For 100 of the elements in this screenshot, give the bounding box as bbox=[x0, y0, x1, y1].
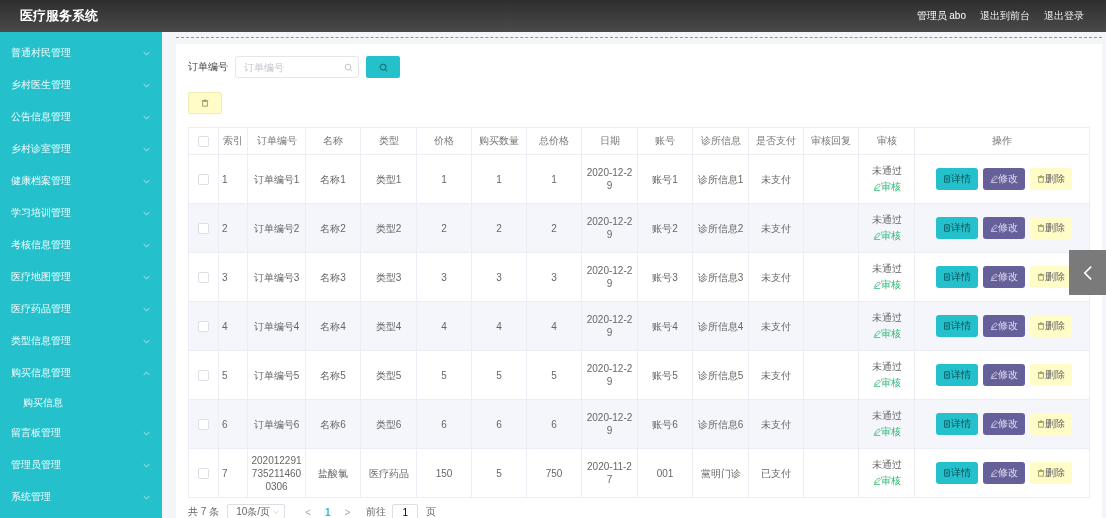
trash-icon bbox=[1037, 322, 1045, 330]
trash-icon bbox=[201, 99, 209, 107]
next-page-button[interactable]: > bbox=[344, 506, 351, 518]
edit-button[interactable]: 修改 bbox=[983, 266, 1025, 288]
edit-button[interactable]: 修改 bbox=[983, 364, 1025, 386]
caret-icon bbox=[143, 494, 150, 500]
table-cell: 5 bbox=[526, 350, 582, 400]
detail-button[interactable]: 详情 bbox=[936, 266, 978, 288]
table-cell: 2020-12-29 bbox=[581, 203, 638, 253]
caret-icon bbox=[143, 242, 150, 248]
audit-link[interactable]: 审核 bbox=[872, 278, 901, 292]
header-link[interactable]: 退出登录 bbox=[1044, 9, 1084, 23]
document-icon bbox=[943, 175, 951, 183]
audit-link[interactable]: 审核 bbox=[872, 229, 901, 243]
column-header: 审核回复 bbox=[803, 127, 859, 155]
table-cell: 类型1 bbox=[360, 154, 417, 204]
audit-link[interactable]: 审核 bbox=[872, 425, 901, 439]
delete-button[interactable]: 删除 bbox=[1030, 413, 1072, 435]
column-header: 名称 bbox=[305, 127, 361, 155]
delete-button[interactable]: 删除 bbox=[1030, 364, 1072, 386]
column-header: 诊所信息 bbox=[692, 127, 749, 155]
edit-button[interactable]: 修改 bbox=[983, 315, 1025, 337]
edit-button[interactable]: 修改 bbox=[983, 462, 1025, 484]
edit-button[interactable]: 修改 bbox=[983, 413, 1025, 435]
edit-button[interactable]: 修改 bbox=[983, 168, 1025, 190]
total-count: 共 7 条 bbox=[188, 505, 220, 518]
table-cell: 诊所信息2 bbox=[692, 203, 749, 253]
audit-status: 未通过 bbox=[870, 311, 903, 325]
pencil-icon bbox=[990, 273, 998, 281]
column-header: 购买数量 bbox=[471, 127, 527, 155]
detail-button[interactable]: 详情 bbox=[936, 168, 978, 190]
audit-link[interactable]: 审核 bbox=[872, 327, 901, 341]
caret-icon bbox=[143, 50, 150, 56]
pencil-icon bbox=[872, 182, 881, 191]
detail-button[interactable]: 详情 bbox=[936, 462, 978, 484]
column-header: 索引 bbox=[218, 127, 248, 155]
checkbox[interactable] bbox=[198, 174, 209, 186]
page-input[interactable]: 1 bbox=[392, 503, 419, 518]
detail-button[interactable]: 详情 bbox=[936, 315, 978, 337]
audit-link[interactable]: 审核 bbox=[872, 474, 901, 488]
table-cell: 盐酸氯 bbox=[305, 448, 361, 498]
pencil-icon bbox=[990, 224, 998, 232]
search-icon bbox=[378, 62, 388, 72]
delete-button[interactable]: 删除 bbox=[1030, 168, 1072, 190]
edit-button[interactable]: 修改 bbox=[983, 217, 1025, 239]
table-cell: 名称6 bbox=[305, 399, 361, 449]
page-size-select[interactable]: 10条/页 bbox=[227, 504, 286, 518]
document-icon bbox=[943, 371, 951, 379]
table-cell: 4 bbox=[416, 301, 472, 351]
pencil-icon bbox=[990, 420, 998, 428]
header-link[interactable]: 退出到前台 bbox=[980, 9, 1030, 23]
column-header: 审核 bbox=[858, 127, 915, 155]
table-cell: 2020-11-27 bbox=[581, 448, 638, 498]
trash-icon bbox=[1037, 371, 1045, 379]
detail-button[interactable]: 详情 bbox=[936, 217, 978, 239]
delete-button[interactable]: 删除 bbox=[1030, 462, 1072, 484]
previous-page-button[interactable]: < bbox=[305, 506, 311, 518]
table-cell: 3 bbox=[526, 252, 582, 302]
delete-button[interactable]: 删除 bbox=[1030, 266, 1072, 288]
pencil-icon bbox=[990, 469, 998, 477]
trash-icon bbox=[1037, 224, 1045, 232]
checkbox[interactable] bbox=[198, 370, 209, 382]
checkbox[interactable] bbox=[198, 468, 209, 480]
table-cell: 未支付 bbox=[748, 203, 804, 253]
delete-button[interactable] bbox=[188, 92, 222, 114]
caret-icon bbox=[143, 430, 150, 436]
column-header: 类型 bbox=[360, 127, 417, 155]
audit-status: 未通过 bbox=[870, 164, 903, 178]
caret-icon bbox=[143, 338, 150, 344]
detail-button[interactable]: 详情 bbox=[936, 364, 978, 386]
table-cell: 类型3 bbox=[360, 252, 417, 302]
table-cell: 3 bbox=[471, 252, 527, 302]
detail-button[interactable]: 详情 bbox=[936, 413, 978, 435]
audit-link[interactable]: 审核 bbox=[872, 376, 901, 390]
audit-status: 未通过 bbox=[870, 458, 903, 472]
caret-icon bbox=[143, 146, 150, 152]
delete-button[interactable]: 删除 bbox=[1030, 217, 1072, 239]
table-cell: 诊所信息6 bbox=[692, 399, 749, 449]
table-cell: 2020-12-29 bbox=[581, 154, 638, 204]
checkbox[interactable] bbox=[198, 135, 209, 147]
table-cell: 账号5 bbox=[637, 350, 693, 400]
table-cell: 类型5 bbox=[360, 350, 417, 400]
audit-link[interactable]: 审核 bbox=[872, 180, 901, 194]
pencil-icon bbox=[872, 231, 881, 240]
collapse-tab[interactable] bbox=[1069, 250, 1106, 295]
checkbox[interactable] bbox=[198, 272, 209, 284]
table-cell: 订单编号2 bbox=[247, 203, 306, 253]
pencil-icon bbox=[872, 378, 881, 387]
search-button[interactable] bbox=[366, 56, 400, 78]
table-cell: 1 bbox=[526, 154, 582, 204]
checkbox[interactable] bbox=[198, 321, 209, 333]
table-cell: 未支付 bbox=[748, 350, 804, 400]
table-cell: 750 bbox=[526, 448, 582, 498]
search-icon bbox=[344, 63, 353, 72]
checkbox[interactable] bbox=[198, 419, 209, 431]
delete-button[interactable]: 删除 bbox=[1030, 315, 1072, 337]
table-cell: 5 bbox=[471, 448, 527, 498]
column-header: 总价格 bbox=[526, 127, 582, 155]
checkbox[interactable] bbox=[198, 223, 209, 235]
table-cell: 名称5 bbox=[305, 350, 361, 400]
